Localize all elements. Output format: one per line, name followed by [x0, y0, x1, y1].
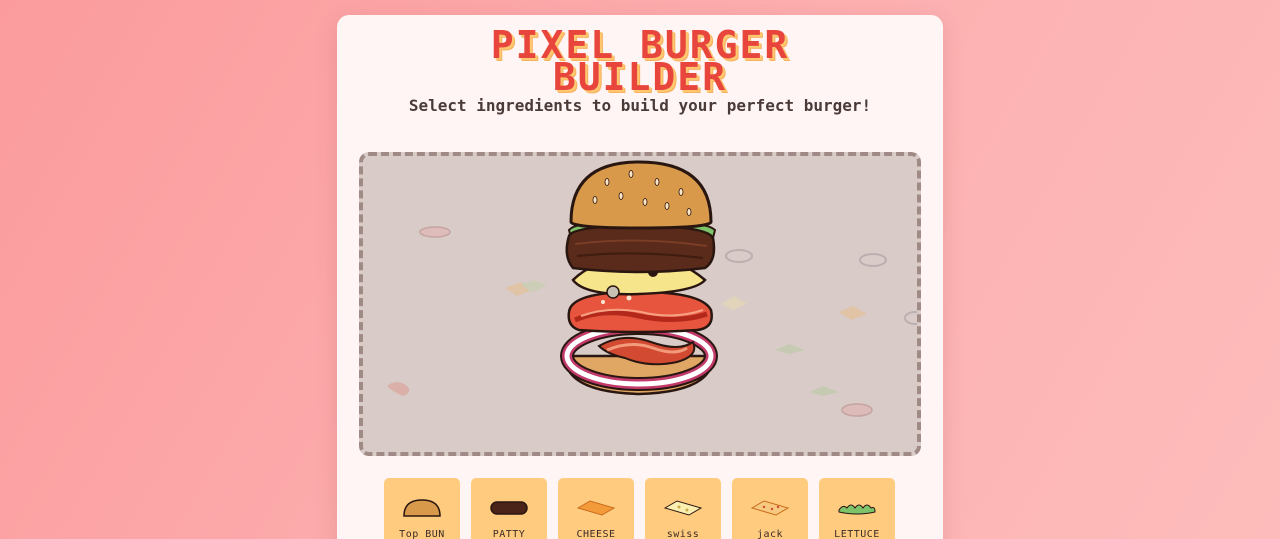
lettuce-icon: [838, 504, 876, 515]
ingredient-label: swiss: [666, 529, 700, 539]
top-bun-layer: [569, 160, 713, 230]
ingredient-button-top-bun[interactable]: Top BUN: [384, 478, 460, 539]
burger-stack: [560, 160, 718, 396]
ingredient-button-cheese[interactable]: CHEESE: [558, 478, 634, 539]
burger-stage: [359, 152, 921, 456]
ingredient-label: PATTY: [492, 529, 526, 539]
ingredient-button-swiss[interactable]: swiss: [645, 478, 721, 539]
subtitle: Select ingredients to build your perfect…: [408, 96, 872, 115]
ingredient-button-jack[interactable]: jack: [732, 478, 808, 539]
ingredient-buttons: Top BUN PATTY CHEESE swiss jack LETTUCE: [384, 478, 895, 539]
cheese-icon: [576, 500, 616, 516]
jack-icon: [750, 500, 790, 516]
ingredient-label: LETTUCE: [834, 529, 880, 539]
patty-icon: [490, 501, 528, 515]
tomato-layer: [567, 290, 713, 334]
ingredient-label: jack: [756, 529, 784, 539]
ingredient-label: Top BUN: [399, 529, 445, 539]
title-line-2: BUILDER: [552, 55, 728, 99]
swiss-icon: [663, 500, 703, 516]
builder-card: PIXEL BURGER BUILDER Select ingredients …: [337, 15, 943, 539]
bun-icon: [403, 499, 441, 517]
ingredient-button-lettuce[interactable]: LETTUCE: [819, 478, 895, 539]
ingredient-button-patty[interactable]: PATTY: [471, 478, 547, 539]
patty-layer: [565, 224, 716, 274]
ingredient-label: CHEESE: [576, 529, 616, 539]
page-title: PIXEL BURGER BUILDER: [337, 26, 943, 99]
